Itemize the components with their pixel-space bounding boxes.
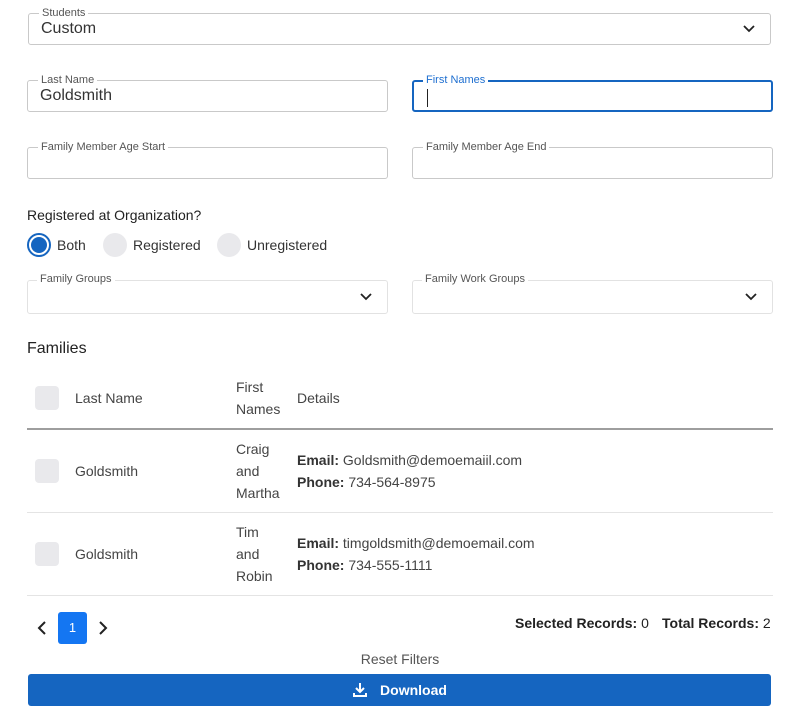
last-name-label: Last Name [38,73,98,87]
table-header-divider [27,428,773,430]
registered-question: Registered at Organization? [27,207,202,223]
total-records: Total Records: 2 [662,615,771,631]
reset-filters-button[interactable]: Reset Filters [0,651,791,667]
radio-registered[interactable] [103,233,127,257]
students-select[interactable]: Students Custom [28,6,771,45]
download-button[interactable]: Download [28,674,771,706]
radio-unregistered[interactable] [217,233,241,257]
row-phone: Phone: 734-564-8975 [297,474,436,490]
family-work-groups-label: Family Work Groups [422,272,529,286]
family-work-groups-select[interactable]: Family Work Groups [412,272,773,314]
column-first-names-line1[interactable]: First [236,376,263,398]
chevron-left-icon[interactable] [35,619,49,637]
students-label: Students [39,6,89,20]
row-email: Email: timgoldsmith@demoemail.com [297,535,535,551]
selected-records: Selected Records: 0 [515,615,649,631]
page-button[interactable]: 1 [58,612,87,644]
column-last-name[interactable]: Last Name [75,387,143,409]
row-first-names-3: Martha [236,485,280,501]
first-names-label: First Names [423,73,489,87]
age-end-field[interactable]: Family Member Age End [412,140,773,179]
row-first-names-2: and [236,463,260,479]
row-email: Email: Goldsmith@demoemaiil.com [297,452,523,468]
row-last-name: Goldsmith [75,546,139,562]
chevron-down-icon [745,293,757,301]
age-start-label: Family Member Age Start [38,140,169,154]
last-name-field[interactable]: Last Name Goldsmith [27,73,388,112]
first-names-field[interactable]: First Names [412,73,773,112]
select-all-checkbox[interactable] [35,386,59,410]
chevron-right-icon[interactable] [96,619,110,637]
age-start-field[interactable]: Family Member Age Start [27,140,388,179]
text-cursor [427,89,428,107]
last-name-value: Goldsmith [40,87,113,104]
row-checkbox[interactable] [35,459,59,483]
families-heading: Families [27,340,87,357]
row-first-names-1: Tim [236,524,259,540]
row-first-names-2: and [236,546,260,562]
column-details: Details [297,390,340,406]
column-first-names-line2[interactable]: Names [236,398,280,420]
row-checkbox[interactable] [35,542,59,566]
row-last-name: Goldsmith [75,463,139,479]
radio-unregistered-label[interactable]: Unregistered [247,237,327,253]
students-value: Custom [41,20,97,37]
row-first-names-1: Craig [236,441,270,457]
family-groups-select[interactable]: Family Groups [27,272,388,314]
row-divider [27,512,773,513]
chevron-down-icon [360,293,372,301]
row-phone: Phone: 734-555-1111 [297,557,433,573]
download-label: Download [380,682,447,698]
radio-both[interactable] [27,233,51,257]
radio-registered-label[interactable]: Registered [133,237,201,253]
row-first-names-3: Robin [236,568,273,584]
radio-both-label[interactable]: Both [57,237,86,253]
age-end-label: Family Member Age End [423,140,550,154]
download-icon [353,683,368,697]
chevron-down-icon [743,25,755,33]
family-groups-label: Family Groups [37,272,115,286]
row-divider [27,595,773,596]
